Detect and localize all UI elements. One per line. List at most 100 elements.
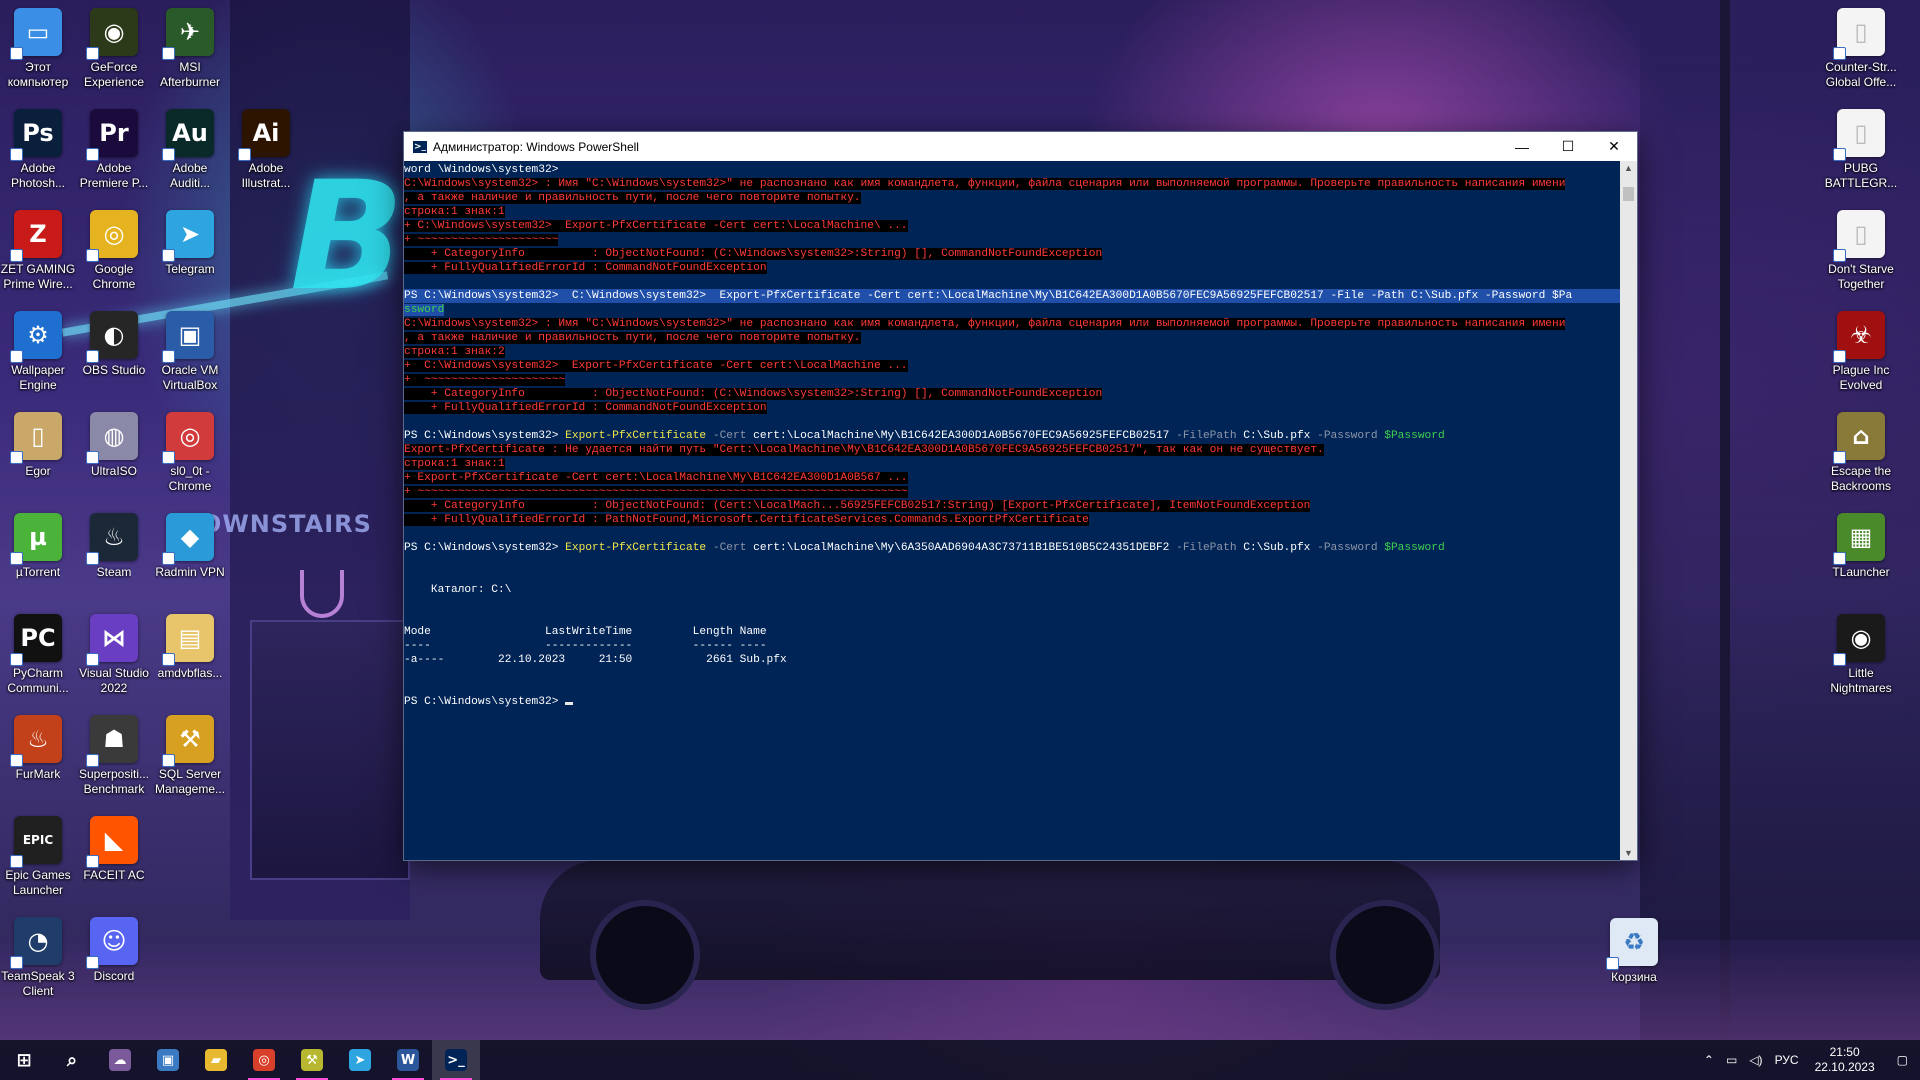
start-button[interactable]: ⊞ xyxy=(0,1040,48,1080)
steam-icon: ♨ xyxy=(86,513,138,565)
desktop-icon-csgo-file[interactable]: ▯ Counter-Str... Global Offe... xyxy=(1823,8,1899,90)
chrome-profile-icon: ◎ xyxy=(162,412,214,464)
desktop-icon-label: Radmin VPN xyxy=(155,565,225,579)
console-output[interactable]: word \Windows\system32> C:\Windows\system… xyxy=(404,161,1620,860)
desktop-icon-teamspeak[interactable]: ◔ TeamSpeak 3 Client xyxy=(0,917,76,999)
desktop-icon-this-pc[interactable]: ▭ Этот компьютер xyxy=(0,8,76,90)
desktop-icon-photoshop[interactable]: Ps Adobe Photosh... xyxy=(0,109,76,191)
desktop-icon-tlauncher[interactable]: ▦ TLauncher xyxy=(1823,513,1899,580)
error-text: + Export-PfxCertificate -Cert cert:\Loca… xyxy=(404,472,908,484)
desktop-icon-chrome-profile[interactable]: ◎ sl0_0t - Chrome xyxy=(152,412,228,494)
clock[interactable]: 21:50 22.10.2023 xyxy=(1805,1040,1885,1080)
powershell-window[interactable]: >_ Администратор: Windows PowerShell — ☐… xyxy=(403,131,1638,861)
window-titlebar[interactable]: >_ Администратор: Windows PowerShell — ☐… xyxy=(404,132,1637,161)
error-text: строка:1 знак:1 xyxy=(404,458,505,470)
wallpaper-pole xyxy=(1720,0,1730,1040)
desktop-icon-premiere[interactable]: Pr Adobe Premiere P... xyxy=(76,109,152,191)
desktop-icon-label: UltraISO xyxy=(90,464,137,478)
taskbar-word[interactable]: W xyxy=(384,1040,432,1080)
desktop-icon-label: Oracle VM VirtualBox xyxy=(161,363,219,392)
desktop-icon-sql-server[interactable]: ⚒ SQL Server Manageme... xyxy=(152,715,228,797)
desktop-icon-plague-inc[interactable]: ☣ Plague Inc Evolved xyxy=(1823,311,1899,393)
search-button[interactable]: ⌕ xyxy=(48,1040,96,1080)
console-line: + C:\Windows\system32> Export-PfxCertifi… xyxy=(404,359,1620,373)
taskbar-app-1[interactable]: ☁ xyxy=(96,1040,144,1080)
scrollbar-thumb[interactable] xyxy=(1623,187,1634,201)
show-hidden-icons-chevron-icon[interactable]: ⌃ xyxy=(1698,1040,1720,1080)
desktop-icon-epic-games[interactable]: EPIC Epic Games Launcher xyxy=(0,816,76,898)
input-language[interactable]: РУС xyxy=(1769,1040,1805,1080)
desktop-icon-illustrator[interactable]: Ai Adobe Illustrat... xyxy=(228,109,304,191)
desktop-icon-label: SQL Server Manageme... xyxy=(154,767,226,796)
desktop-icon-folder[interactable]: ▤ amdvbflas... xyxy=(152,614,228,681)
parameter-name: -FilePath xyxy=(1169,542,1244,554)
parameter-value: C:\Sub.pfx xyxy=(1243,542,1311,554)
volume-icon[interactable]: ◁) xyxy=(1743,1040,1768,1080)
console-line: + Export-PfxCertificate -Cert cert:\Loca… xyxy=(404,471,1620,485)
scroll-up-arrow-icon[interactable]: ▲ xyxy=(1620,161,1637,175)
console-line: , а также наличие и правильность пути, п… xyxy=(404,331,1620,345)
prompt-text: PS C:\Windows\system32> xyxy=(404,542,566,554)
desktop-icon-escape-backrooms[interactable]: ⌂ Escape the Backrooms xyxy=(1823,412,1899,494)
desktop-icon-utorrent[interactable]: µ µTorrent xyxy=(0,513,76,580)
desktop-icon-little-nightmares[interactable]: ◉ Little Nightmares xyxy=(1823,614,1899,696)
desktop-icon-ultraiso[interactable]: ◍ UltraISO xyxy=(76,412,152,479)
ultraiso-icon: ◍ xyxy=(86,412,138,464)
console-line: Export-PfxCertificate : Не удается найти… xyxy=(404,443,1620,457)
desktop-icon-furmark[interactable]: ♨ FurMark xyxy=(0,715,76,782)
taskbar-telegram[interactable]: ➤ xyxy=(336,1040,384,1080)
error-text: + CategoryInfo : ObjectNotFound: (C:\Win… xyxy=(404,388,1103,400)
desktop-icon-steam[interactable]: ♨ Steam xyxy=(76,513,152,580)
desktop-icon-msi-afterburner[interactable]: ✈ MSI Afterburner xyxy=(152,8,228,90)
desktop-icon-pubg-file[interactable]: ▯ PUBG BATTLEGR... xyxy=(1823,109,1899,191)
wallpaper-car-wheel xyxy=(1330,900,1440,1010)
desktop-icon-zet-gaming[interactable]: Z ZET GAMING Prime Wire... xyxy=(0,210,76,292)
desktop-icon-audition[interactable]: Au Adobe Auditi... xyxy=(152,109,228,191)
close-button[interactable]: ✕ xyxy=(1591,132,1637,161)
little-nightmares-icon: ◉ xyxy=(1833,614,1885,666)
telegram-icon: ➤ xyxy=(349,1049,371,1071)
taskbar-app-2[interactable]: ▣ xyxy=(144,1040,192,1080)
desktop-icon-label: amdvbflas... xyxy=(157,666,223,680)
desktop-icon-dst-file[interactable]: ▯ Don't Starve Together xyxy=(1823,210,1899,292)
desktop-icon-geforce[interactable]: ◉ GeForce Experience xyxy=(76,8,152,90)
desktop-icon-folder-user[interactable]: ▯ Egor xyxy=(0,412,76,479)
error-text: + FullyQualifiedErrorId : CommandNotFoun… xyxy=(404,262,767,274)
desktop-icon-visual-studio[interactable]: ⋈ Visual Studio 2022 xyxy=(76,614,152,696)
network-icon[interactable]: ▭ xyxy=(1720,1040,1743,1080)
desktop-icon-chrome[interactable]: ◎ Google Chrome xyxy=(76,210,152,292)
plague-inc-icon: ☣ xyxy=(1833,311,1885,363)
desktop-icon-wallpaper-engine[interactable]: ⚙ Wallpaper Engine xyxy=(0,311,76,393)
desktop-icon-discord[interactable]: ☺ Discord xyxy=(76,917,152,984)
taskbar-explorer[interactable]: ▰ xyxy=(192,1040,240,1080)
taskbar-app-3[interactable]: ⚒ xyxy=(288,1040,336,1080)
desktop-icon-superposition[interactable]: ☗ Superpositi... Benchmark xyxy=(76,715,152,797)
system-tray: ⌃ ▭ ◁) РУС 21:50 22.10.2023 ▢ xyxy=(1698,1040,1920,1080)
desktop-icon-label: Superpositi... Benchmark xyxy=(78,767,150,796)
taskbar-powershell[interactable]: >_ xyxy=(432,1040,480,1080)
maximize-button[interactable]: ☐ xyxy=(1545,132,1591,161)
minimize-button[interactable]: — xyxy=(1499,132,1545,161)
taskbar-chrome[interactable]: ◎ xyxy=(240,1040,288,1080)
notifications-icon[interactable]: ▢ xyxy=(1885,1040,1920,1080)
audition-icon: Au xyxy=(162,109,214,161)
visual-studio-icon: ⋈ xyxy=(86,614,138,666)
desktop-icon-telegram[interactable]: ➤ Telegram xyxy=(152,210,228,277)
error-text: Export-PfxCertificate : Не удается найти… xyxy=(404,444,1324,456)
console-line: word \Windows\system32> xyxy=(404,163,1620,177)
scroll-down-arrow-icon[interactable]: ▼ xyxy=(1620,846,1637,860)
desktop-icon-faceit[interactable]: ◣ FACEIT AC xyxy=(76,816,152,883)
desktop-icon-label: FurMark xyxy=(15,767,61,781)
vertical-scrollbar[interactable]: ▲ ▼ xyxy=(1620,161,1637,860)
desktop-icon-radmin-vpn[interactable]: ◆ Radmin VPN xyxy=(152,513,228,580)
dst-file-icon: ▯ xyxy=(1833,210,1885,262)
desktop-icon-virtualbox[interactable]: ▣ Oracle VM VirtualBox xyxy=(152,311,228,393)
folder-user-icon: ▯ xyxy=(10,412,62,464)
console-line: , а также наличие и правильность пути, п… xyxy=(404,191,1620,205)
desktop-icon-recycle-bin[interactable]: ♻ Корзина xyxy=(1596,918,1672,985)
superposition-icon: ☗ xyxy=(86,715,138,767)
desktop-icon-pycharm[interactable]: PC PyCharm Communi... xyxy=(0,614,76,696)
desktop-icon-obs[interactable]: ◐ OBS Studio xyxy=(76,311,152,378)
